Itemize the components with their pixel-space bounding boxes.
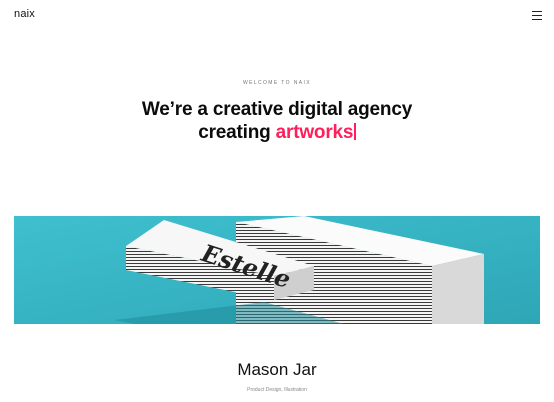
project-info: Mason Jar Product Design, Illustration xyxy=(0,360,554,393)
hero-section: WELCOME TO NAIX We’re a creative digital… xyxy=(0,80,554,144)
menu-line xyxy=(532,11,542,12)
top-bar: naix xyxy=(0,0,554,30)
hero-eyebrow: WELCOME TO NAIX xyxy=(242,80,312,86)
hero-headline: We’re a creative digital agency creating… xyxy=(0,98,554,144)
menu-line xyxy=(532,19,542,20)
project-showcase-image[interactable]: Estelle xyxy=(14,216,540,324)
project-tags: Product Design, Illustration xyxy=(247,387,307,393)
business-cards-illustration: Estelle xyxy=(14,216,540,324)
site-logo[interactable]: naix xyxy=(14,8,35,20)
typing-cursor xyxy=(354,123,356,140)
headline-prefix: creating xyxy=(198,122,276,143)
menu-line xyxy=(532,15,542,16)
headline-accent-word: artworks xyxy=(275,122,354,143)
headline-line-2: creating artworks xyxy=(0,121,554,144)
hamburger-menu-icon[interactable] xyxy=(532,11,542,20)
project-title[interactable]: Mason Jar xyxy=(0,360,554,380)
headline-line-1: We’re a creative digital agency xyxy=(141,99,413,120)
